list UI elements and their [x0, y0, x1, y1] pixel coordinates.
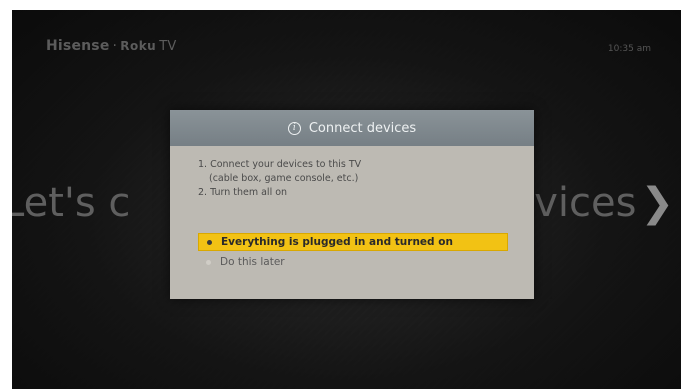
- info-icon: i: [287, 121, 301, 135]
- background-heading-right-text: vices: [534, 180, 637, 226]
- brand-separator: ·: [112, 38, 118, 54]
- dialog-header: i Connect devices: [170, 110, 534, 146]
- brand-hisense: Hisense: [46, 38, 110, 54]
- brand-tv: TV: [159, 39, 177, 54]
- instruction-step-2: 2. Turn them all on: [198, 187, 288, 198]
- option-do-this-later[interactable]: Do this later: [198, 253, 508, 271]
- instructions: 1. Connect your devices to this TV (cabl…: [198, 158, 361, 200]
- instruction-step-1: 1. Connect your devices to this TV: [198, 159, 362, 170]
- tv-screen: Hisense · Roku TV 10:35 am Let's c vices ❯ i…: [12, 10, 681, 389]
- clock: 10:35 am: [607, 44, 651, 54]
- bullet-icon: [206, 259, 211, 265]
- option-label: Everything is plugged in and turned on: [221, 236, 453, 248]
- selected-bullet-icon: [207, 239, 212, 245]
- background-heading-right: vices ❯: [534, 180, 674, 226]
- connect-devices-dialog: i Connect devices 1. Connect your device…: [170, 110, 534, 299]
- option-label: Do this later: [220, 256, 285, 268]
- instruction-step-1-detail: (cable box, game console, etc.): [209, 173, 359, 184]
- dialog-title: Connect devices: [308, 120, 417, 136]
- chevron-right-icon: ❯: [640, 180, 674, 226]
- background-heading-left: Let's c: [12, 180, 131, 226]
- brand-logo: Hisense · Roku TV: [46, 38, 176, 54]
- brand-roku: Roku: [120, 39, 157, 53]
- option-everything-plugged-in[interactable]: Everything is plugged in and turned on: [198, 233, 508, 251]
